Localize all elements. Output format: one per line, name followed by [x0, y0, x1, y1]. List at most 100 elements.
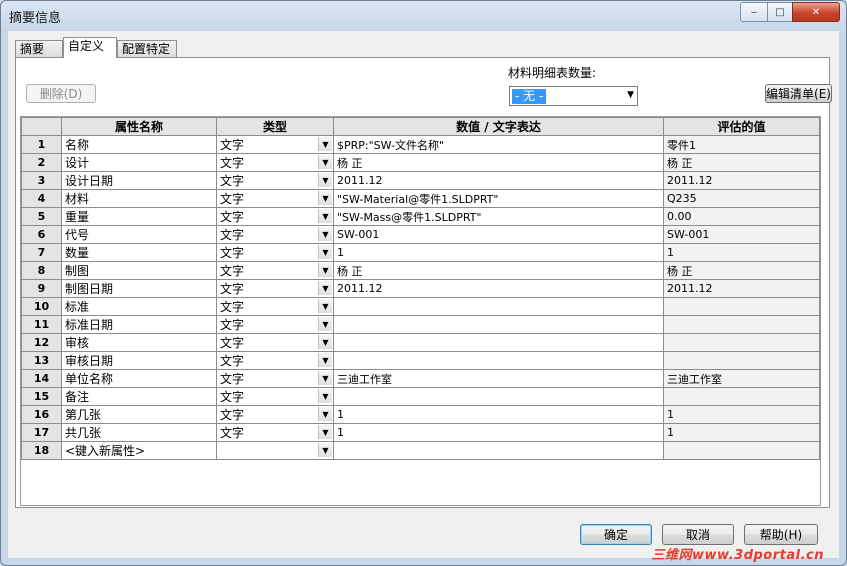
type-select[interactable]: 文字 ▼ [216, 369, 334, 388]
property-name-cell[interactable]: 标准日期 [61, 315, 217, 334]
property-name-cell[interactable]: 制图 [61, 261, 217, 280]
close-button[interactable]: ✕ [792, 2, 840, 22]
value-expression-cell[interactable]: "SW-Material@零件1.SLDPRT" [333, 189, 664, 208]
type-select[interactable]: 文字 ▼ [216, 153, 334, 172]
property-name-cell[interactable]: 代号 [61, 225, 217, 244]
value-expression-cell[interactable] [333, 297, 664, 316]
type-select[interactable]: 文字 ▼ [216, 171, 334, 190]
property-name-cell[interactable]: 审核 [61, 333, 217, 352]
chevron-down-icon[interactable]: ▼ [318, 155, 332, 169]
value-expression-cell[interactable]: 1 [333, 423, 664, 442]
property-name-cell[interactable]: 设计日期 [61, 171, 217, 190]
property-name-cell[interactable]: 备注 [61, 387, 217, 406]
value-expression-cell[interactable]: "SW-Mass@零件1.SLDPRT" [333, 207, 664, 226]
chevron-down-icon[interactable]: ▼ [318, 173, 332, 187]
property-name-cell[interactable]: 设计 [61, 153, 217, 172]
tab-custom[interactable]: 自定义 [63, 37, 117, 58]
table-row[interactable]: 13 审核日期 文字 ▼ [21, 351, 820, 370]
chevron-down-icon[interactable]: ▼ [318, 227, 332, 241]
type-select[interactable]: ▼ [216, 441, 334, 460]
row-number[interactable]: 5 [21, 207, 62, 226]
row-number[interactable]: 3 [21, 171, 62, 190]
table-row[interactable]: 10 标准 文字 ▼ [21, 297, 820, 316]
value-expression-cell[interactable]: 三迪工作室 [333, 369, 664, 388]
table-row[interactable]: 8 制图 文字 ▼ 杨 正杨 正 [21, 261, 820, 280]
table-row[interactable]: 3 设计日期 文字 ▼ 2011.12 2011.12 [21, 171, 820, 190]
corner-cell[interactable] [21, 117, 62, 136]
property-name-cell[interactable]: 审核日期 [61, 351, 217, 370]
row-number[interactable]: 8 [21, 261, 62, 280]
value-expression-cell[interactable] [333, 387, 664, 406]
property-name-cell[interactable]: 单位名称 [61, 369, 217, 388]
property-name-cell[interactable]: 制图日期 [61, 279, 217, 298]
row-number[interactable]: 11 [21, 315, 62, 334]
chevron-down-icon[interactable]: ▼ [318, 317, 332, 331]
chevron-down-icon[interactable]: ▼ [318, 389, 332, 403]
row-number[interactable]: 14 [21, 369, 62, 388]
chevron-down-icon[interactable]: ▼ [318, 209, 332, 223]
value-expression-cell[interactable]: 杨 正 [333, 153, 664, 172]
row-number[interactable]: 12 [21, 333, 62, 352]
bom-quantity-select[interactable]: - 无 - ▼ [509, 86, 638, 106]
table-row[interactable]: 2 设计 文字 ▼ 杨 正杨 正 [21, 153, 820, 172]
table-row[interactable]: 1 名称 文字 ▼ $PRP:"SW-文件名称" 零件1 [21, 135, 820, 154]
table-row[interactable]: 9 制图日期 文字 ▼ 2011.12 2011.12 [21, 279, 820, 298]
chevron-down-icon[interactable]: ▼ [318, 425, 332, 439]
type-select[interactable]: 文字 ▼ [216, 315, 334, 334]
table-row[interactable]: 12 审核 文字 ▼ [21, 333, 820, 352]
type-select[interactable]: 文字 ▼ [216, 189, 334, 208]
property-name-cell[interactable]: 材料 [61, 189, 217, 208]
value-expression-cell[interactable] [333, 441, 664, 460]
delete-button[interactable]: 删除(D) [26, 84, 96, 103]
type-select[interactable]: 文字 ▼ [216, 297, 334, 316]
value-expression-cell[interactable] [333, 351, 664, 370]
property-name-cell[interactable]: <键入新属性> [61, 441, 217, 460]
chevron-down-icon[interactable]: ▼ [318, 407, 332, 421]
table-row[interactable]: 15 备注 文字 ▼ [21, 387, 820, 406]
tab-summary[interactable]: 摘要 [15, 40, 63, 57]
chevron-down-icon[interactable]: ▼ [318, 299, 332, 313]
row-number[interactable]: 7 [21, 243, 62, 262]
row-number[interactable]: 18 [21, 441, 62, 460]
chevron-down-icon[interactable]: ▼ [318, 281, 332, 295]
table-row[interactable]: 4 材料 文字 ▼ "SW-Material@零件1.SLDPRT" Q235 [21, 189, 820, 208]
value-expression-cell[interactable]: $PRP:"SW-文件名称" [333, 135, 664, 154]
table-row[interactable]: 5 重量 文字 ▼ "SW-Mass@零件1.SLDPRT" 0.00 [21, 207, 820, 226]
value-expression-cell[interactable]: 1 [333, 405, 664, 424]
property-name-cell[interactable]: 标准 [61, 297, 217, 316]
type-select[interactable]: 文字 ▼ [216, 351, 334, 370]
property-name-cell[interactable]: 共几张 [61, 423, 217, 442]
value-expression-cell[interactable]: SW-001 [333, 225, 664, 244]
value-expression-cell[interactable] [333, 333, 664, 352]
row-number[interactable]: 10 [21, 297, 62, 316]
header-value-expression[interactable]: 数值 / 文字表达 [333, 117, 664, 136]
chevron-down-icon[interactable]: ▼ [318, 353, 332, 367]
property-name-cell[interactable]: 重量 [61, 207, 217, 226]
chevron-down-icon[interactable]: ▼ [318, 335, 332, 349]
table-row[interactable]: 7 数量 文字 ▼ 1 1 [21, 243, 820, 262]
maximize-button[interactable]: □ [767, 2, 793, 22]
value-expression-cell[interactable]: 2011.12 [333, 171, 664, 190]
type-select[interactable]: 文字 ▼ [216, 243, 334, 262]
property-name-cell[interactable]: 数量 [61, 243, 217, 262]
row-number[interactable]: 9 [21, 279, 62, 298]
property-name-cell[interactable]: 第几张 [61, 405, 217, 424]
row-number[interactable]: 4 [21, 189, 62, 208]
chevron-down-icon[interactable]: ▼ [318, 371, 332, 385]
row-number[interactable]: 17 [21, 423, 62, 442]
type-select[interactable]: 文字 ▼ [216, 387, 334, 406]
help-button[interactable]: 帮助(H) [744, 524, 818, 545]
table-row[interactable]: 18 <键入新属性> ▼ [21, 441, 820, 460]
type-select[interactable]: 文字 ▼ [216, 405, 334, 424]
table-row[interactable]: 16 第几张 文字 ▼ 1 1 [21, 405, 820, 424]
type-select[interactable]: 文字 ▼ [216, 423, 334, 442]
chevron-down-icon[interactable]: ▼ [318, 245, 332, 259]
row-number[interactable]: 16 [21, 405, 62, 424]
property-name-cell[interactable]: 名称 [61, 135, 217, 154]
table-row[interactable]: 11 标准日期 文字 ▼ [21, 315, 820, 334]
title-bar[interactable]: 摘要信息 ‒ □ ✕ [1, 1, 846, 31]
tab-config-specific[interactable]: 配置特定 [117, 40, 177, 57]
value-expression-cell[interactable]: 杨 正 [333, 261, 664, 280]
row-number[interactable]: 2 [21, 153, 62, 172]
value-expression-cell[interactable] [333, 315, 664, 334]
